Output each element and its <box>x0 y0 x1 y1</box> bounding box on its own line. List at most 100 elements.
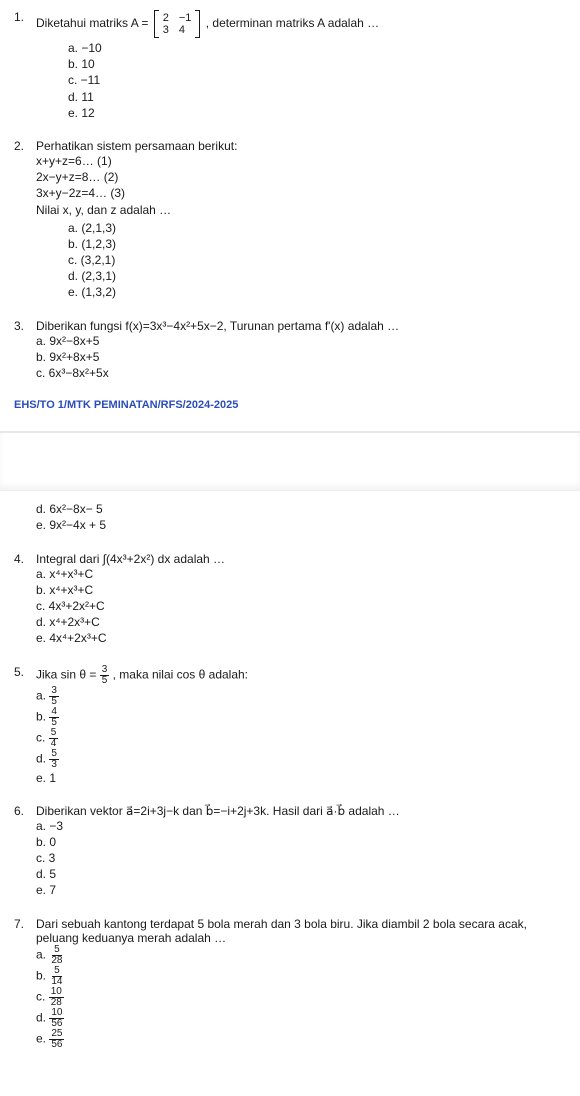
q1-opt-a: a. −10 <box>68 40 566 56</box>
opt-label: b. <box>36 968 46 982</box>
question-7: 7. Dari sebuah kantong terdapat 5 bola m… <box>14 917 566 1050</box>
frac-d: 4 <box>49 739 59 749</box>
q5-opt-d: d. 53 <box>36 749 566 770</box>
m-b: −1 <box>179 12 192 24</box>
q3-stem: Diberikan fungsi f(x)=3x³−4x²+5x−2, Turu… <box>36 319 566 333</box>
q5-opt-e: e. 1 <box>36 770 566 786</box>
q3-opt-a: a. 9x²−8x+5 <box>36 333 566 349</box>
frac-n: 4 <box>49 707 59 718</box>
frac-d: 5 <box>49 718 59 728</box>
q5-number: 5. <box>14 665 36 679</box>
footer-code: EHS/TO 1/MTK PEMINATAN/RFS/2024-2025 <box>14 399 566 411</box>
q7-opt-a: a. 528 <box>36 945 566 966</box>
q5-opt-b: b. 45 <box>36 707 566 728</box>
q1-opt-b: b. 10 <box>68 56 566 72</box>
frac-n: 3 <box>49 686 59 697</box>
question-6: 6. Diberikan vektor a⃗=2i+3j−k dan b⃗=−i… <box>14 804 566 899</box>
q1-post: , determinan matriks A adalah … <box>206 16 379 30</box>
q1-opt-d: d. 11 <box>68 89 566 105</box>
q4-opt-b: b. x⁴+x³+C <box>36 582 566 598</box>
q4-opt-a: a. x⁴+x³+C <box>36 566 566 582</box>
q1-stem: Diketahui matriks A = 2 −1 34 , determina… <box>36 10 566 38</box>
frac-n: 5 <box>49 749 59 760</box>
q2-number: 2. <box>14 139 36 153</box>
q3-opt-b: b. 9x²+8x+5 <box>36 349 566 365</box>
q1-opt-e: e. 12 <box>68 105 566 121</box>
q5-opt-a: a. 35 <box>36 686 566 707</box>
q7-opt-d: d. 1056 <box>36 1008 566 1029</box>
q2-opt-e: e. (1,3,2) <box>68 284 566 300</box>
q1-number: 1. <box>14 10 36 24</box>
question-1: 1. Diketahui matriks A = 2 −1 34 , determ… <box>14 10 566 121</box>
opt-label: d. <box>36 751 46 765</box>
q4-stem: Integral dari ∫(4x³+2x²) dx adalah … <box>36 552 566 566</box>
m-c: 3 <box>163 24 169 36</box>
q2-eq3: 3x+y−2z=4… (3) <box>36 185 566 201</box>
frac-d: 3 <box>49 760 59 770</box>
opt-label: a. <box>36 688 46 702</box>
frac-n: 10 <box>49 987 64 998</box>
question-4: 4. Integral dari ∫(4x³+2x²) dx adalah … … <box>14 552 566 647</box>
page-2: d. 6x²−8x− 5 e. 9x²−4x + 5 4. Integral d… <box>0 491 580 1087</box>
q5-pre: Jika sin θ = <box>36 667 100 681</box>
q2-eq2: 2x−y+z=8… (2) <box>36 169 566 185</box>
q1-options: a. −10 b. 10 c. −11 d. 11 e. 12 <box>68 40 566 121</box>
frac-n: 3 <box>100 665 110 676</box>
q5-stem: Jika sin θ = 35 , maka nilai cos θ adala… <box>36 665 566 686</box>
q5-post: , maka nilai cos θ adalah: <box>113 667 248 681</box>
matrix-A: 2 −1 34 <box>154 10 201 38</box>
q4-opt-e: e. 4x⁴+2x³+C <box>36 630 566 646</box>
frac-n: 10 <box>49 1008 64 1019</box>
q2-stem: Perhatikan sistem persamaan berikut: <box>36 139 566 153</box>
q3-opt-c: c. 6x³−8x²+5x <box>36 365 566 381</box>
question-5: 5. Jika sin θ = 35 , maka nilai cos θ ad… <box>14 665 566 786</box>
q6-opt-e: e. 7 <box>36 882 566 898</box>
page-1: 1. Diketahui matriks A = 2 −1 34 , determ… <box>0 0 580 431</box>
q4-opt-c: c. 4x³+2x²+C <box>36 598 566 614</box>
q7-stem: Dari sebuah kantong terdapat 5 bola mera… <box>36 917 566 945</box>
q1-pre: Diketahui matriks A = <box>36 16 152 30</box>
q7-opt-e: e. 2556 <box>36 1029 566 1050</box>
q5-opt-c: c. 54 <box>36 728 566 749</box>
q3-opt-d: d. 6x²−8x− 5 <box>36 501 566 517</box>
q7-opt-c: c. 1028 <box>36 987 566 1008</box>
page-break <box>0 431 580 491</box>
q3-opt-e: e. 9x²−4x + 5 <box>36 517 566 533</box>
q6-number: 6. <box>14 804 36 818</box>
opt-label: d. <box>36 1010 46 1024</box>
frac-n: 5 <box>52 966 62 977</box>
opt-label: a. <box>36 947 46 961</box>
question-2: 2. Perhatikan sistem persamaan berikut: … <box>14 139 566 301</box>
q5-frac: 35 <box>100 665 110 686</box>
q2-opt-a: a. (2,1,3) <box>68 220 566 236</box>
frac-n: 5 <box>49 728 59 739</box>
question-3: 3. Diberikan fungsi f(x)=3x³−4x²+5x−2, T… <box>14 319 566 382</box>
q2-opt-b: b. (1,2,3) <box>68 236 566 252</box>
frac-d: 56 <box>49 1040 64 1050</box>
q6-opt-c: c. 3 <box>36 850 566 866</box>
m-d: 4 <box>179 24 185 36</box>
question-3-continued: d. 6x²−8x− 5 e. 9x²−4x + 5 <box>14 501 566 533</box>
q4-number: 4. <box>14 552 36 566</box>
q3-number: 3. <box>14 319 36 333</box>
q2-opt-d: d. (2,3,1) <box>68 268 566 284</box>
m-a: 2 <box>163 12 169 24</box>
q2-opt-c: c. (3,2,1) <box>68 252 566 268</box>
frac-d: 5 <box>100 676 110 686</box>
opt-label: e. <box>36 1031 46 1045</box>
frac-n: 5 <box>52 945 62 956</box>
q6-stem: Diberikan vektor a⃗=2i+3j−k dan b⃗=−i+2j… <box>36 804 566 818</box>
q4-opt-d: d. x⁴+2x³+C <box>36 614 566 630</box>
frac-n: 25 <box>49 1029 64 1040</box>
q7-opt-b: b. 514 <box>36 966 566 987</box>
q6-opt-d: d. 5 <box>36 866 566 882</box>
q2-options: a. (2,1,3) b. (1,2,3) c. (3,2,1) d. (2,3… <box>68 220 566 301</box>
opt-label: c. <box>36 730 45 744</box>
q2-ask: Nilai x, y, dan z adalah … <box>36 202 566 218</box>
frac-d: 5 <box>49 697 59 707</box>
q2-eq1: x+y+z=6… (1) <box>36 153 566 169</box>
opt-label: b. <box>36 709 46 723</box>
q1-opt-c: c. −11 <box>68 72 566 88</box>
q7-number: 7. <box>14 917 36 931</box>
q6-opt-b: b. 0 <box>36 834 566 850</box>
